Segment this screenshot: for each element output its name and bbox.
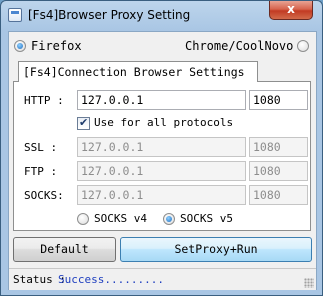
tab-label: [Fs4]Connection Browser Settings	[23, 65, 245, 79]
app-window-icon	[8, 8, 22, 22]
ftp-port-input[interactable]: 1080	[249, 161, 308, 181]
socks-v5-label[interactable]: SOCKS v5	[180, 212, 233, 225]
http-host-input[interactable]: 127.0.0.1	[77, 90, 246, 110]
ssl-label: SSL :	[24, 141, 58, 154]
ssl-host-input[interactable]: 127.0.0.1	[77, 137, 246, 157]
http-port-input[interactable]: 1080	[249, 90, 308, 110]
app-window: [Fs4]Browser Proxy Setting x Firefox Chr…	[0, 0, 323, 296]
checkmark-icon: ✔	[79, 116, 89, 129]
ftp-host-input[interactable]: 127.0.0.1	[77, 161, 246, 181]
socks-v5-radio[interactable]	[163, 213, 175, 225]
socks-v4-label[interactable]: SOCKS v4	[94, 212, 147, 225]
status-bar: Status : Success.........	[9, 268, 316, 290]
http-label: HTTP :	[24, 94, 64, 107]
title-bar[interactable]: [Fs4]Browser Proxy Setting x	[1, 1, 322, 31]
socks-port-input[interactable]: 1080	[249, 185, 308, 205]
close-icon: x	[287, 2, 295, 16]
client-area: Firefox Chrome/CoolNovo [Fs4]Connection …	[8, 31, 317, 290]
socks-v4-radio[interactable]	[77, 213, 89, 225]
ssl-port-input[interactable]: 1080	[249, 137, 308, 157]
tab-connection-settings[interactable]: [Fs4]Connection Browser Settings	[18, 61, 258, 82]
ftp-label: FTP :	[24, 165, 58, 178]
connection-settings-panel: HTTP : 127.0.0.1 1080 ✔ Use for all prot…	[13, 81, 311, 231]
close-button[interactable]: x	[269, 1, 313, 20]
use-for-all-checkbox[interactable]: ✔	[77, 116, 90, 130]
window-title: [Fs4]Browser Proxy Setting	[28, 8, 191, 22]
resize-grip-icon[interactable]	[304, 278, 314, 288]
chrome-label[interactable]: Chrome/CoolNovo	[185, 39, 293, 53]
chrome-radio[interactable]	[297, 40, 309, 52]
firefox-label[interactable]: Firefox	[31, 39, 82, 53]
socks-host-input[interactable]: 127.0.0.1	[77, 185, 246, 205]
socks-label: SOCKS:	[24, 189, 64, 202]
default-button[interactable]: Default	[13, 237, 116, 262]
use-for-all-label[interactable]: Use for all protocols	[94, 116, 233, 129]
setproxy-run-button[interactable]: SetProxy+Run	[120, 237, 312, 262]
status-value: Success.........	[58, 273, 164, 286]
firefox-radio[interactable]	[14, 40, 26, 52]
